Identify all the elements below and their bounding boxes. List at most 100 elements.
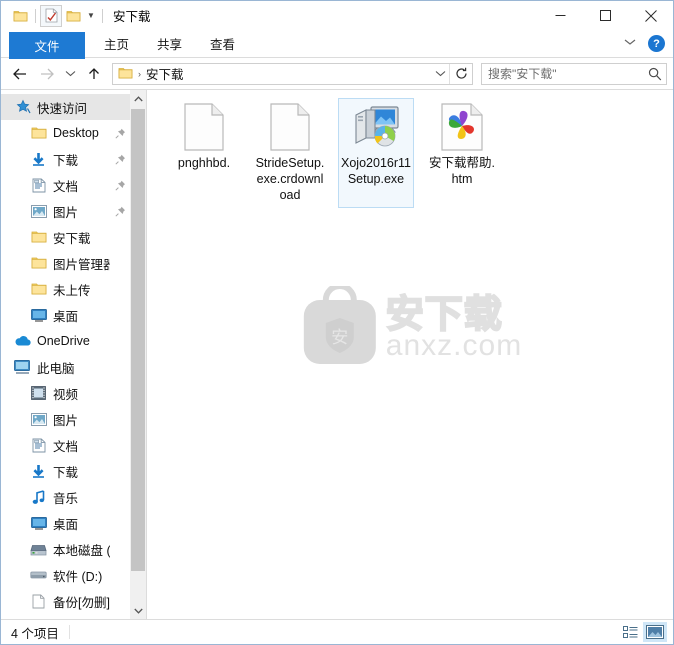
site-watermark: 安 安下载 anxz.com xyxy=(298,286,522,370)
file-list-pane[interactable]: 安 安下载 anxz.com pnghhbd. StrideSetup.exe.c… xyxy=(147,90,673,619)
sidebar-item-label: 视频 xyxy=(53,387,79,402)
title-bar: ▼ 安下载 xyxy=(1,1,673,30)
file-name-label: StrideSetup.exe.crdownload xyxy=(255,156,325,202)
sidebar-item-7[interactable]: 未上传 xyxy=(1,276,130,302)
ribbon-right-controls: ? xyxy=(622,30,665,57)
sidebar-item-12[interactable]: 图片 xyxy=(1,406,130,432)
toolbar-divider xyxy=(35,8,36,23)
drive-page-icon xyxy=(30,593,47,610)
file-name-label: 安下载帮助.htm xyxy=(429,156,495,186)
file-item-0[interactable]: pnghhbd. xyxy=(166,98,242,208)
sidebar-item-16[interactable]: 桌面 xyxy=(1,510,130,536)
explorer-window: ▼ 安下载 文件 主页 共享 查看 ? › 安下载 搜索"安下载" 快速访问 D… xyxy=(0,0,674,645)
window-controls xyxy=(538,1,673,30)
file-name-label: Xojo2016r11Setup.exe xyxy=(341,156,411,186)
up-button[interactable] xyxy=(81,62,106,86)
sidebar-item-label: 文档 xyxy=(53,439,79,454)
back-button[interactable] xyxy=(7,62,32,86)
maximize-button[interactable] xyxy=(583,1,628,30)
address-bar[interactable]: › 安下载 xyxy=(112,62,473,85)
scrollbar-track[interactable] xyxy=(130,107,146,602)
large-icons-view-button[interactable] xyxy=(643,622,667,642)
recent-locations-button[interactable] xyxy=(61,62,79,86)
sidebar-item-5[interactable]: 安下载 xyxy=(1,224,130,250)
sidebar-item-14[interactable]: 下载 xyxy=(1,458,130,484)
scroll-up-arrow-icon[interactable] xyxy=(130,90,146,107)
sidebar-item-label: 图片管理器 xyxy=(53,257,110,272)
sidebar-item-15[interactable]: 音乐 xyxy=(1,484,130,510)
sidebar-item-label: 下载 xyxy=(53,465,79,480)
tab-file[interactable]: 文件 xyxy=(9,32,85,59)
tab-share[interactable]: 共享 xyxy=(143,30,196,57)
scrollbar-thumb[interactable] xyxy=(131,109,145,571)
address-dropdown-icon[interactable] xyxy=(431,69,449,79)
sidebar-item-6[interactable]: 图片管理器 xyxy=(1,250,130,276)
sidebar-item-label: 桌面 xyxy=(53,517,79,532)
pin-icon xyxy=(114,206,125,217)
navigation-pane: 快速访问 Desktop 下载 文档 图片 安下载 图片管理器 未上传 桌面 OneDrive 此电… xyxy=(1,90,147,619)
video-icon xyxy=(30,385,47,402)
sidebar-item-2[interactable]: 下载 xyxy=(1,146,130,172)
tab-view[interactable]: 查看 xyxy=(196,30,249,57)
pin-icon xyxy=(114,180,125,191)
pin-icon[interactable] xyxy=(110,128,130,139)
help-icon[interactable]: ? xyxy=(648,35,665,52)
search-input[interactable]: 搜索"安下载" xyxy=(482,65,644,82)
file-name-label: pnghhbd. xyxy=(177,156,231,170)
search-box[interactable]: 搜索"安下载" xyxy=(481,62,667,85)
sidebar-item-label: Desktop xyxy=(53,126,99,140)
sidebar-item-label: OneDrive xyxy=(37,334,90,348)
qat-dropdown-icon[interactable]: ▼ xyxy=(84,5,98,27)
watermark-text: 安下载 anxz.com xyxy=(385,294,522,361)
new-folder-icon[interactable] xyxy=(62,5,84,27)
scroll-down-arrow-icon[interactable] xyxy=(130,602,146,619)
search-icon[interactable] xyxy=(644,67,666,81)
sidebar-item-0[interactable]: 快速访问 xyxy=(1,94,130,120)
this-pc-icon xyxy=(14,359,31,376)
address-bar-row: › 安下载 搜索"安下载" xyxy=(1,58,673,89)
network-icon xyxy=(14,619,31,620)
breadcrumb-separator: › xyxy=(138,68,141,79)
sidebar-item-11[interactable]: 视频 xyxy=(1,380,130,406)
sidebar-item-9[interactable]: OneDrive xyxy=(1,328,130,354)
folder-icon[interactable] xyxy=(9,5,31,27)
properties-icon[interactable] xyxy=(40,4,62,27)
setup-installer-icon xyxy=(352,103,400,151)
watermark-cn: 安下载 xyxy=(385,294,503,336)
sidebar-item-8[interactable]: 桌面 xyxy=(1,302,130,328)
pin-icon[interactable] xyxy=(110,180,130,191)
document-icon xyxy=(30,437,47,454)
pin-icon[interactable] xyxy=(110,154,130,165)
pin-icon[interactable] xyxy=(110,206,130,217)
folder-icon xyxy=(30,125,47,142)
close-button[interactable] xyxy=(628,1,673,30)
file-item-1[interactable]: StrideSetup.exe.crdownload xyxy=(252,98,328,208)
sidebar-item-17[interactable]: 本地磁盘 (C:) xyxy=(1,536,130,562)
navigation-tree: 快速访问 Desktop 下载 文档 图片 安下载 图片管理器 未上传 桌面 OneDrive 此电… xyxy=(1,90,130,619)
sidebar-item-4[interactable]: 图片 xyxy=(1,198,130,224)
forward-button[interactable] xyxy=(34,62,59,86)
tab-home[interactable]: 主页 xyxy=(90,30,143,57)
blank-file-icon xyxy=(180,103,228,151)
file-item-2[interactable]: Xojo2016r11Setup.exe xyxy=(338,98,414,208)
file-item-3[interactable]: 安下载帮助.htm xyxy=(424,98,500,208)
sidebar-item-19[interactable]: 备份[勿删] (E: xyxy=(1,588,130,614)
sidebar-item-20[interactable]: 网络 xyxy=(1,614,130,619)
sidebar-item-10[interactable]: 此电脑 xyxy=(1,354,130,380)
details-view-button[interactable] xyxy=(619,622,643,642)
chevron-down-icon[interactable] xyxy=(622,38,638,49)
minimize-button[interactable] xyxy=(538,1,583,30)
sidebar-item-13[interactable]: 文档 xyxy=(1,432,130,458)
breadcrumb-folder-icon xyxy=(118,67,133,80)
watermark-badge-icon: 安 xyxy=(303,286,376,364)
breadcrumb-path[interactable]: 安下载 xyxy=(146,64,184,83)
desktop-icon xyxy=(30,515,47,532)
sidebar-item-18[interactable]: 软件 (D:) xyxy=(1,562,130,588)
sidebar-item-1[interactable]: Desktop xyxy=(1,120,130,146)
sidebar-scrollbar[interactable] xyxy=(130,90,146,619)
sidebar-item-label: 软件 (D:) xyxy=(53,569,103,584)
refresh-icon[interactable] xyxy=(450,63,472,85)
star-pin-icon xyxy=(14,99,31,116)
sidebar-item-3[interactable]: 文档 xyxy=(1,172,130,198)
sidebar-item-label: 未上传 xyxy=(53,283,91,298)
